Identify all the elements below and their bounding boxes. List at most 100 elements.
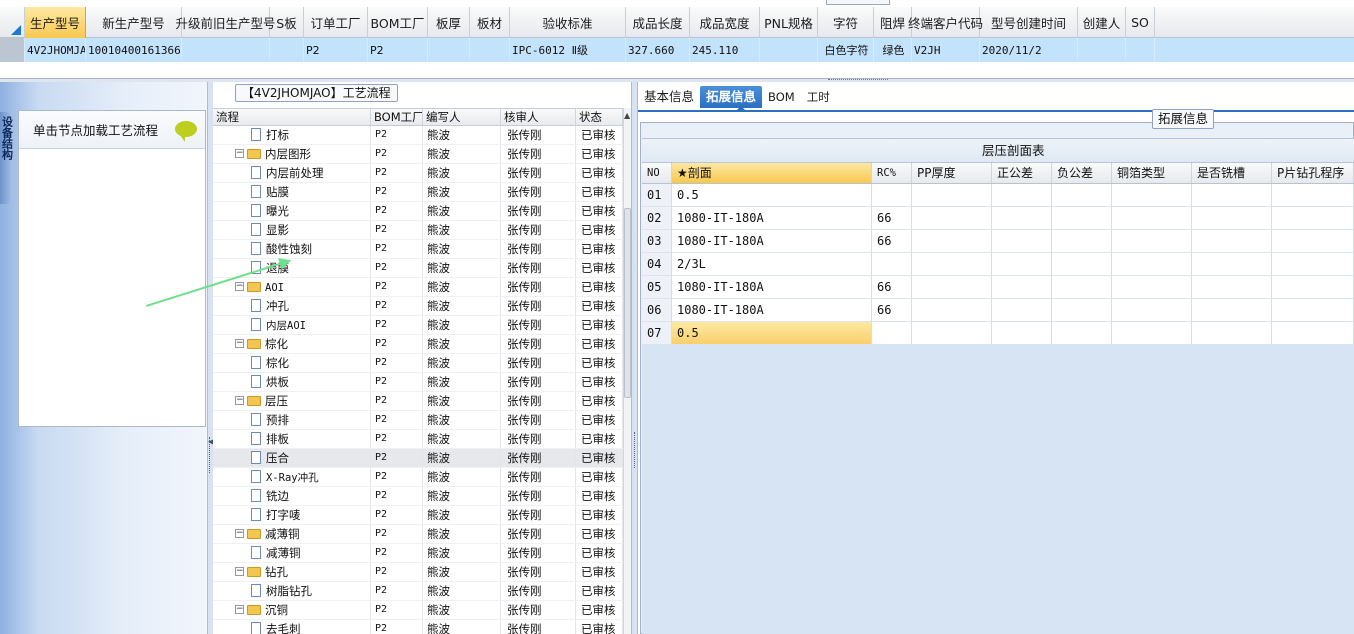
column-header[interactable]: P片钻孔程序 — [1272, 163, 1354, 183]
laminate-cell[interactable] — [912, 299, 992, 321]
laminate-row[interactable]: 03 1080-IT-180A 66 — [642, 230, 1354, 253]
process-name[interactable]: 减薄铜 — [265, 527, 300, 541]
process-row[interactable]: − 层压 P2 熊波 张传刚 已审核 — [213, 392, 623, 411]
scroll-up-icon[interactable]: ▲ — [624, 111, 630, 120]
process-row[interactable]: − 减薄铜 P2 熊波 张传刚 已审核 — [213, 525, 623, 544]
process-name[interactable]: 排板 — [266, 432, 289, 446]
laminate-cell[interactable]: 1080-IT-180A — [672, 207, 872, 229]
middle-splitter[interactable] — [631, 82, 638, 634]
process-name-cell[interactable]: − 沉铜 — [213, 601, 371, 619]
process-name[interactable]: 内层图形 — [265, 147, 311, 161]
laminate-cell[interactable]: 1080-IT-180A — [672, 299, 872, 321]
laminate-cell[interactable]: 66 — [872, 276, 912, 298]
laminate-cell[interactable] — [1052, 253, 1112, 275]
grid-cell[interactable]: P2 — [304, 38, 368, 62]
process-row[interactable]: 退膜 P2 熊波 张传刚 已审核 — [213, 259, 623, 278]
process-name[interactable]: X-Ray冲孔 — [266, 472, 319, 484]
process-name-cell[interactable]: 打字唛 — [213, 506, 371, 524]
column-header[interactable]: 创建人 — [1078, 7, 1126, 38]
collapse-toggle-icon[interactable]: − — [235, 339, 244, 348]
grid-cell[interactable]: IPC-6012 Ⅱ级 — [510, 38, 626, 62]
process-name[interactable]: 曝光 — [266, 204, 289, 218]
process-name[interactable]: 棕化 — [266, 356, 289, 370]
laminate-row[interactable]: 01 0.5 — [642, 184, 1354, 207]
grid-cell[interactable] — [760, 38, 818, 62]
process-name-cell[interactable]: 打标 — [213, 126, 371, 144]
process-row[interactable]: 预排 P2 熊波 张传刚 已审核 — [213, 411, 623, 430]
grid-cell[interactable]: 10010400161366 — [86, 38, 182, 62]
grid-cell[interactable] — [428, 38, 470, 62]
process-name[interactable]: 打字唛 — [266, 508, 301, 522]
process-name[interactable]: 棕化 — [265, 337, 288, 351]
process-row[interactable]: − 沉铜 P2 熊波 张传刚 已审核 — [213, 601, 623, 620]
laminate-cell[interactable] — [912, 207, 992, 229]
column-header[interactable]: 流程 — [213, 109, 371, 125]
collapse-toggle-icon[interactable]: − — [235, 396, 244, 405]
process-name-cell[interactable]: 减薄铜 — [213, 544, 371, 562]
column-header[interactable]: SO — [1126, 7, 1155, 38]
process-name-cell[interactable]: 酸性蚀刻 — [213, 240, 371, 258]
collapse-toggle-icon[interactable]: − — [235, 529, 244, 538]
laminate-cell[interactable] — [1052, 299, 1112, 321]
process-name-cell[interactable]: 内层AOI — [213, 316, 371, 334]
process-row[interactable]: 排板 P2 熊波 张传刚 已审核 — [213, 430, 623, 449]
process-row[interactable]: − AOI P2 熊波 张传刚 已审核 — [213, 278, 623, 297]
process-row[interactable]: 压合 P2 熊波 张传刚 已审核 — [213, 449, 623, 468]
product-grid-row[interactable]: 4V2JHOMJAO10010400161366 P2P2 IPC-6012 Ⅱ级3… — [0, 38, 1354, 62]
laminate-cell[interactable] — [992, 253, 1052, 275]
column-header[interactable]: 字符 — [818, 7, 874, 38]
laminate-row[interactable]: 05 1080-IT-180A 66 — [642, 276, 1354, 299]
process-row[interactable]: 显影 P2 熊波 张传刚 已审核 — [213, 221, 623, 240]
collapse-toggle-icon[interactable]: − — [235, 282, 244, 291]
grid-cell[interactable]: 白色字符 — [818, 38, 874, 62]
laminate-cell[interactable] — [1272, 322, 1354, 344]
tab-hours[interactable]: 工时 — [801, 86, 836, 108]
row-selector[interactable] — [0, 38, 25, 62]
laminate-cell[interactable] — [912, 253, 992, 275]
laminate-cell[interactable] — [992, 184, 1052, 206]
process-name[interactable]: 钻孔 — [265, 565, 288, 579]
laminate-cell[interactable]: 07 — [642, 322, 672, 344]
laminate-cell[interactable] — [872, 184, 912, 206]
tab-basic[interactable]: 基本信息 — [638, 86, 700, 108]
process-row[interactable]: 减薄铜 P2 熊波 张传刚 已审核 — [213, 544, 623, 563]
column-header[interactable]: 阻焊 — [874, 7, 912, 38]
process-name-cell[interactable]: − AOI — [213, 278, 371, 296]
process-row[interactable]: 贴膜 P2 熊波 张传刚 已审核 — [213, 183, 623, 202]
process-name-cell[interactable]: 曝光 — [213, 202, 371, 220]
column-header[interactable]: 状态 — [576, 109, 623, 125]
process-row[interactable]: 树脂钻孔 P2 熊波 张传刚 已审核 — [213, 582, 623, 601]
column-header[interactable]: 型号创建时间 — [980, 7, 1078, 38]
laminate-cell[interactable] — [1192, 276, 1272, 298]
laminate-cell[interactable] — [1052, 230, 1112, 252]
process-row[interactable]: 冲孔 P2 熊波 张传刚 已审核 — [213, 297, 623, 316]
laminate-cell[interactable]: 66 — [872, 230, 912, 252]
process-name-cell[interactable]: 棕化 — [213, 354, 371, 372]
laminate-cell[interactable] — [992, 230, 1052, 252]
process-name[interactable]: 冲孔 — [266, 299, 289, 313]
grid-cell[interactable]: V2JH — [912, 38, 980, 62]
tab-extended[interactable]: 拓展信息 — [700, 86, 763, 108]
laminate-cell[interactable] — [912, 322, 992, 344]
grid-cell[interactable] — [470, 38, 510, 62]
grid-cell[interactable] — [182, 38, 270, 62]
process-name[interactable]: 预排 — [266, 413, 289, 427]
process-name[interactable]: 烘板 — [266, 375, 289, 389]
laminate-cell[interactable]: 66 — [872, 299, 912, 321]
column-header[interactable]: 板材 — [470, 7, 510, 38]
process-name-cell[interactable]: 烘板 — [213, 373, 371, 391]
laminate-cell[interactable] — [1112, 207, 1192, 229]
laminate-cell[interactable]: 0.5 — [672, 184, 872, 206]
laminate-cell[interactable] — [1192, 230, 1272, 252]
laminate-cell[interactable] — [1272, 299, 1354, 321]
column-header[interactable]: 新生产型号 — [86, 7, 182, 38]
process-name-cell[interactable]: − 钻孔 — [213, 563, 371, 581]
process-name[interactable]: 层压 — [265, 394, 288, 408]
process-row[interactable]: X-Ray冲孔 P2 熊波 张传刚 已审核 — [213, 468, 623, 487]
laminate-cell[interactable] — [992, 276, 1052, 298]
laminate-cell[interactable] — [912, 184, 992, 206]
process-row[interactable]: 打字唛 P2 熊波 张传刚 已审核 — [213, 506, 623, 525]
column-header[interactable]: BOM工厂 — [368, 7, 428, 38]
process-name-cell[interactable]: 排板 — [213, 430, 371, 448]
laminate-cell[interactable] — [1052, 322, 1112, 344]
